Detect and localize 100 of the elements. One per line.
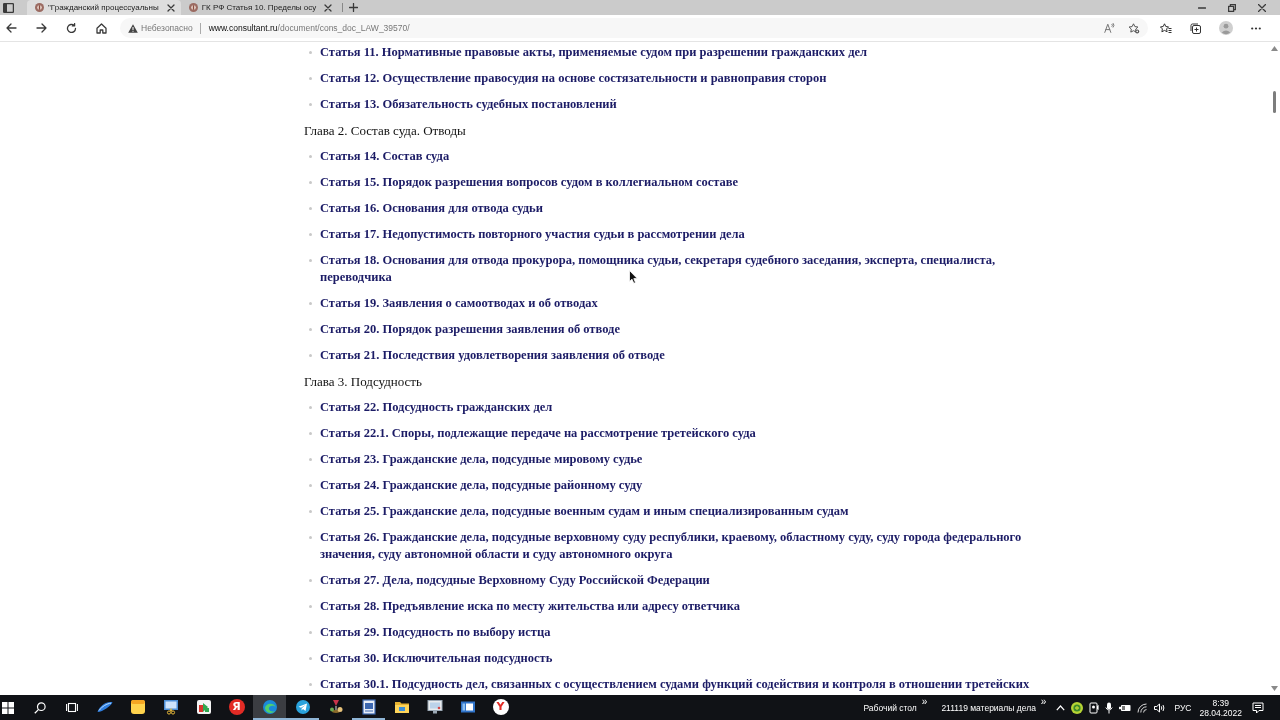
emblem-icon: [35, 3, 44, 12]
language-indicator[interactable]: РУС: [1174, 702, 1192, 713]
bullet-icon: [309, 77, 312, 80]
camera-icon[interactable]: [1089, 701, 1100, 714]
bullet-icon: [309, 181, 312, 184]
article-link[interactable]: Статья 12. Осуществление правосудия на основе состязательности и равноправия сторон: [320, 70, 827, 87]
battery-icon[interactable]: [1119, 703, 1132, 712]
collections-icon[interactable]: [1190, 22, 1201, 34]
article-link[interactable]: Статья 30.1. Подсудность дел, связанных с осуществлением судами функций содействия и контроля в отношении третейских: [320, 676, 1030, 693]
plus-icon[interactable]: [349, 3, 359, 12]
monitor-icon: [426, 698, 443, 715]
bullet-icon: [309, 432, 312, 435]
article-link[interactable]: Статья 15. Порядок разрешения вопросов судом в коллегиальном составе: [320, 174, 739, 191]
tab-actions-icon[interactable]: [3, 2, 14, 13]
bullet-icon: [309, 155, 312, 158]
taskbar-app-button[interactable]: Y: [484, 695, 517, 720]
article-link[interactable]: Статья 28. Предъявление иска по месту жительства или адресу ответчика: [320, 598, 741, 615]
swirl-logo-icon: [261, 698, 278, 715]
article-link[interactable]: Статья 13. Обязательность судебных постановлений: [320, 96, 617, 113]
caret-up-icon[interactable]: [1056, 704, 1066, 711]
article-link[interactable]: Статья 22. Подсудность гражданских дел: [320, 399, 553, 416]
taskbar-app-button[interactable]: Я: [220, 695, 253, 720]
emblem-icon: [188, 3, 198, 12]
close-icon[interactable]: [1258, 3, 1266, 12]
bullet-icon: [309, 484, 312, 487]
screen-scissors-icon: [162, 698, 179, 715]
restore-icon[interactable]: [1228, 3, 1236, 12]
profile-avatar-icon[interactable]: [1219, 21, 1233, 35]
home-icon[interactable]: [96, 22, 107, 34]
security-status[interactable]: Небезопасно: [141, 23, 193, 33]
browser-tab[interactable]: ГК РФ Статья 10. Пределы осу: [180, 0, 339, 15]
paper-plane-icon: [294, 698, 311, 715]
letter-logo-icon: Я: [228, 698, 245, 715]
article-link[interactable]: Статья 18. Основания для отвода прокурора, помощника судьи, секретаря судебного заседания, эксперта, специалиста, переводчика: [320, 252, 1055, 286]
toolbar-label[interactable]: 211119 материалы дела: [941, 702, 1036, 713]
star-gear-icon[interactable]: [1128, 22, 1140, 34]
bullet-icon: [309, 302, 312, 305]
more-icon[interactable]: [1251, 26, 1261, 30]
scroll-down-icon[interactable]: [1270, 686, 1278, 691]
notification-icon[interactable]: [1252, 701, 1264, 714]
clock-date[interactable]: 28.04.2022: [1199, 707, 1242, 718]
close-icon[interactable]: [324, 3, 333, 12]
chevron-button[interactable]: »: [1040, 697, 1047, 707]
article-link[interactable]: Статья 16. Основания для отвода судьи: [320, 200, 543, 217]
bullet-icon: [309, 51, 312, 54]
forward-arrow-icon[interactable]: [36, 23, 47, 33]
article-link[interactable]: Статья 14. Состав суда: [320, 148, 450, 165]
bullet-icon: [309, 631, 312, 634]
bullet-icon: [309, 328, 312, 331]
arrow-chart-icon: [195, 698, 212, 715]
article-link[interactable]: Статья 21. Последствия удовлетворения заявления об отводе: [320, 347, 665, 364]
document-icon: [360, 698, 377, 715]
favorites-icon[interactable]: [1160, 22, 1172, 34]
address-field[interactable]: Небезопасно www.consultant.ru/document/cons_doc_LAW_39570/: [120, 18, 1148, 38]
plus-circle-icon[interactable]: [1071, 701, 1084, 714]
bullet-icon: [309, 233, 312, 236]
bullet-icon: [309, 406, 312, 409]
article-link[interactable]: Статья 23. Гражданские дела, подсудные мировому судье: [320, 451, 643, 468]
wifi-icon[interactable]: [1137, 702, 1149, 713]
refresh-icon[interactable]: [66, 22, 77, 34]
clock-time[interactable]: 8:39: [1212, 697, 1229, 708]
bullet-icon: [309, 510, 312, 513]
speaker-icon[interactable]: [1154, 702, 1167, 713]
scroll-up-icon[interactable]: [1270, 46, 1278, 51]
article-link[interactable]: Статья 11. Нормативные правовые акты, применяемые судом при разрешении гражданских дел: [320, 44, 868, 61]
bullet-icon: [309, 536, 312, 539]
chapter-heading: Глава 3. Подсудность: [304, 373, 423, 390]
bullet-icon: [309, 259, 312, 262]
article-link[interactable]: Статья 27. Дела, подсудные Верховному Суду Российской Федерации: [320, 572, 710, 589]
article-link[interactable]: Статья 24. Гражданские дела, подсудные районному суду: [320, 477, 643, 494]
article-link[interactable]: Статья 25. Гражданские дела, подсудные военным судам и иным специализированным судам: [320, 503, 849, 520]
browser-tab[interactable]: "Гражданский процессуальны: [27, 0, 181, 15]
article-link[interactable]: Статья 19. Заявления о самоотводах и об отводах: [320, 295, 598, 312]
back-arrow-icon[interactable]: [6, 23, 17, 33]
bullet-icon: [309, 354, 312, 357]
letter-logo-icon: Y: [492, 698, 509, 715]
read-aloud-icon[interactable]: [1104, 23, 1115, 33]
article-link[interactable]: Статья 22.1. Споры, подлежащие передаче на рассмотрение третейского суда: [320, 425, 756, 442]
close-icon[interactable]: [166, 3, 175, 12]
url-text: www.consultant.ru/document/cons_doc_LAW_39570/: [208, 23, 410, 33]
bullet-icon: [309, 605, 312, 608]
article-link[interactable]: Статья 29. Подсудность по выбору истца: [320, 624, 551, 641]
bullet-icon: [309, 683, 312, 686]
bullet-icon: [309, 458, 312, 461]
bullet-icon: [309, 657, 312, 660]
article-link[interactable]: Статья 30. Исключительная подсудность: [320, 650, 553, 667]
microphone-icon[interactable]: [1105, 701, 1114, 714]
chapter-heading: Глава 2. Состав суда. Отводы: [304, 122, 467, 139]
article-link[interactable]: Статья 17. Недопустимость повторного участия судьи в рассмотрении дела: [320, 226, 745, 243]
warning-icon: [128, 23, 138, 33]
toolbar-label[interactable]: Рабочий стол: [863, 702, 917, 713]
bullet-icon: [309, 579, 312, 582]
article-link[interactable]: Статья 20. Порядок разрешения заявления об отводе: [320, 321, 620, 338]
figure-icon: [327, 698, 344, 715]
scrollbar-thumb[interactable]: [1272, 91, 1276, 113]
article-link[interactable]: Статья 26. Гражданские дела, подсудные верховному суду республики, краевому, областному суду, суду города федерального значения, суду автономной области и суду автономного округа: [320, 529, 1055, 563]
chevron-button[interactable]: »: [921, 697, 928, 707]
sticky-notes-icon: [129, 698, 146, 715]
bullet-icon: [309, 207, 312, 210]
mouse-pointer-icon: [629, 270, 638, 284]
